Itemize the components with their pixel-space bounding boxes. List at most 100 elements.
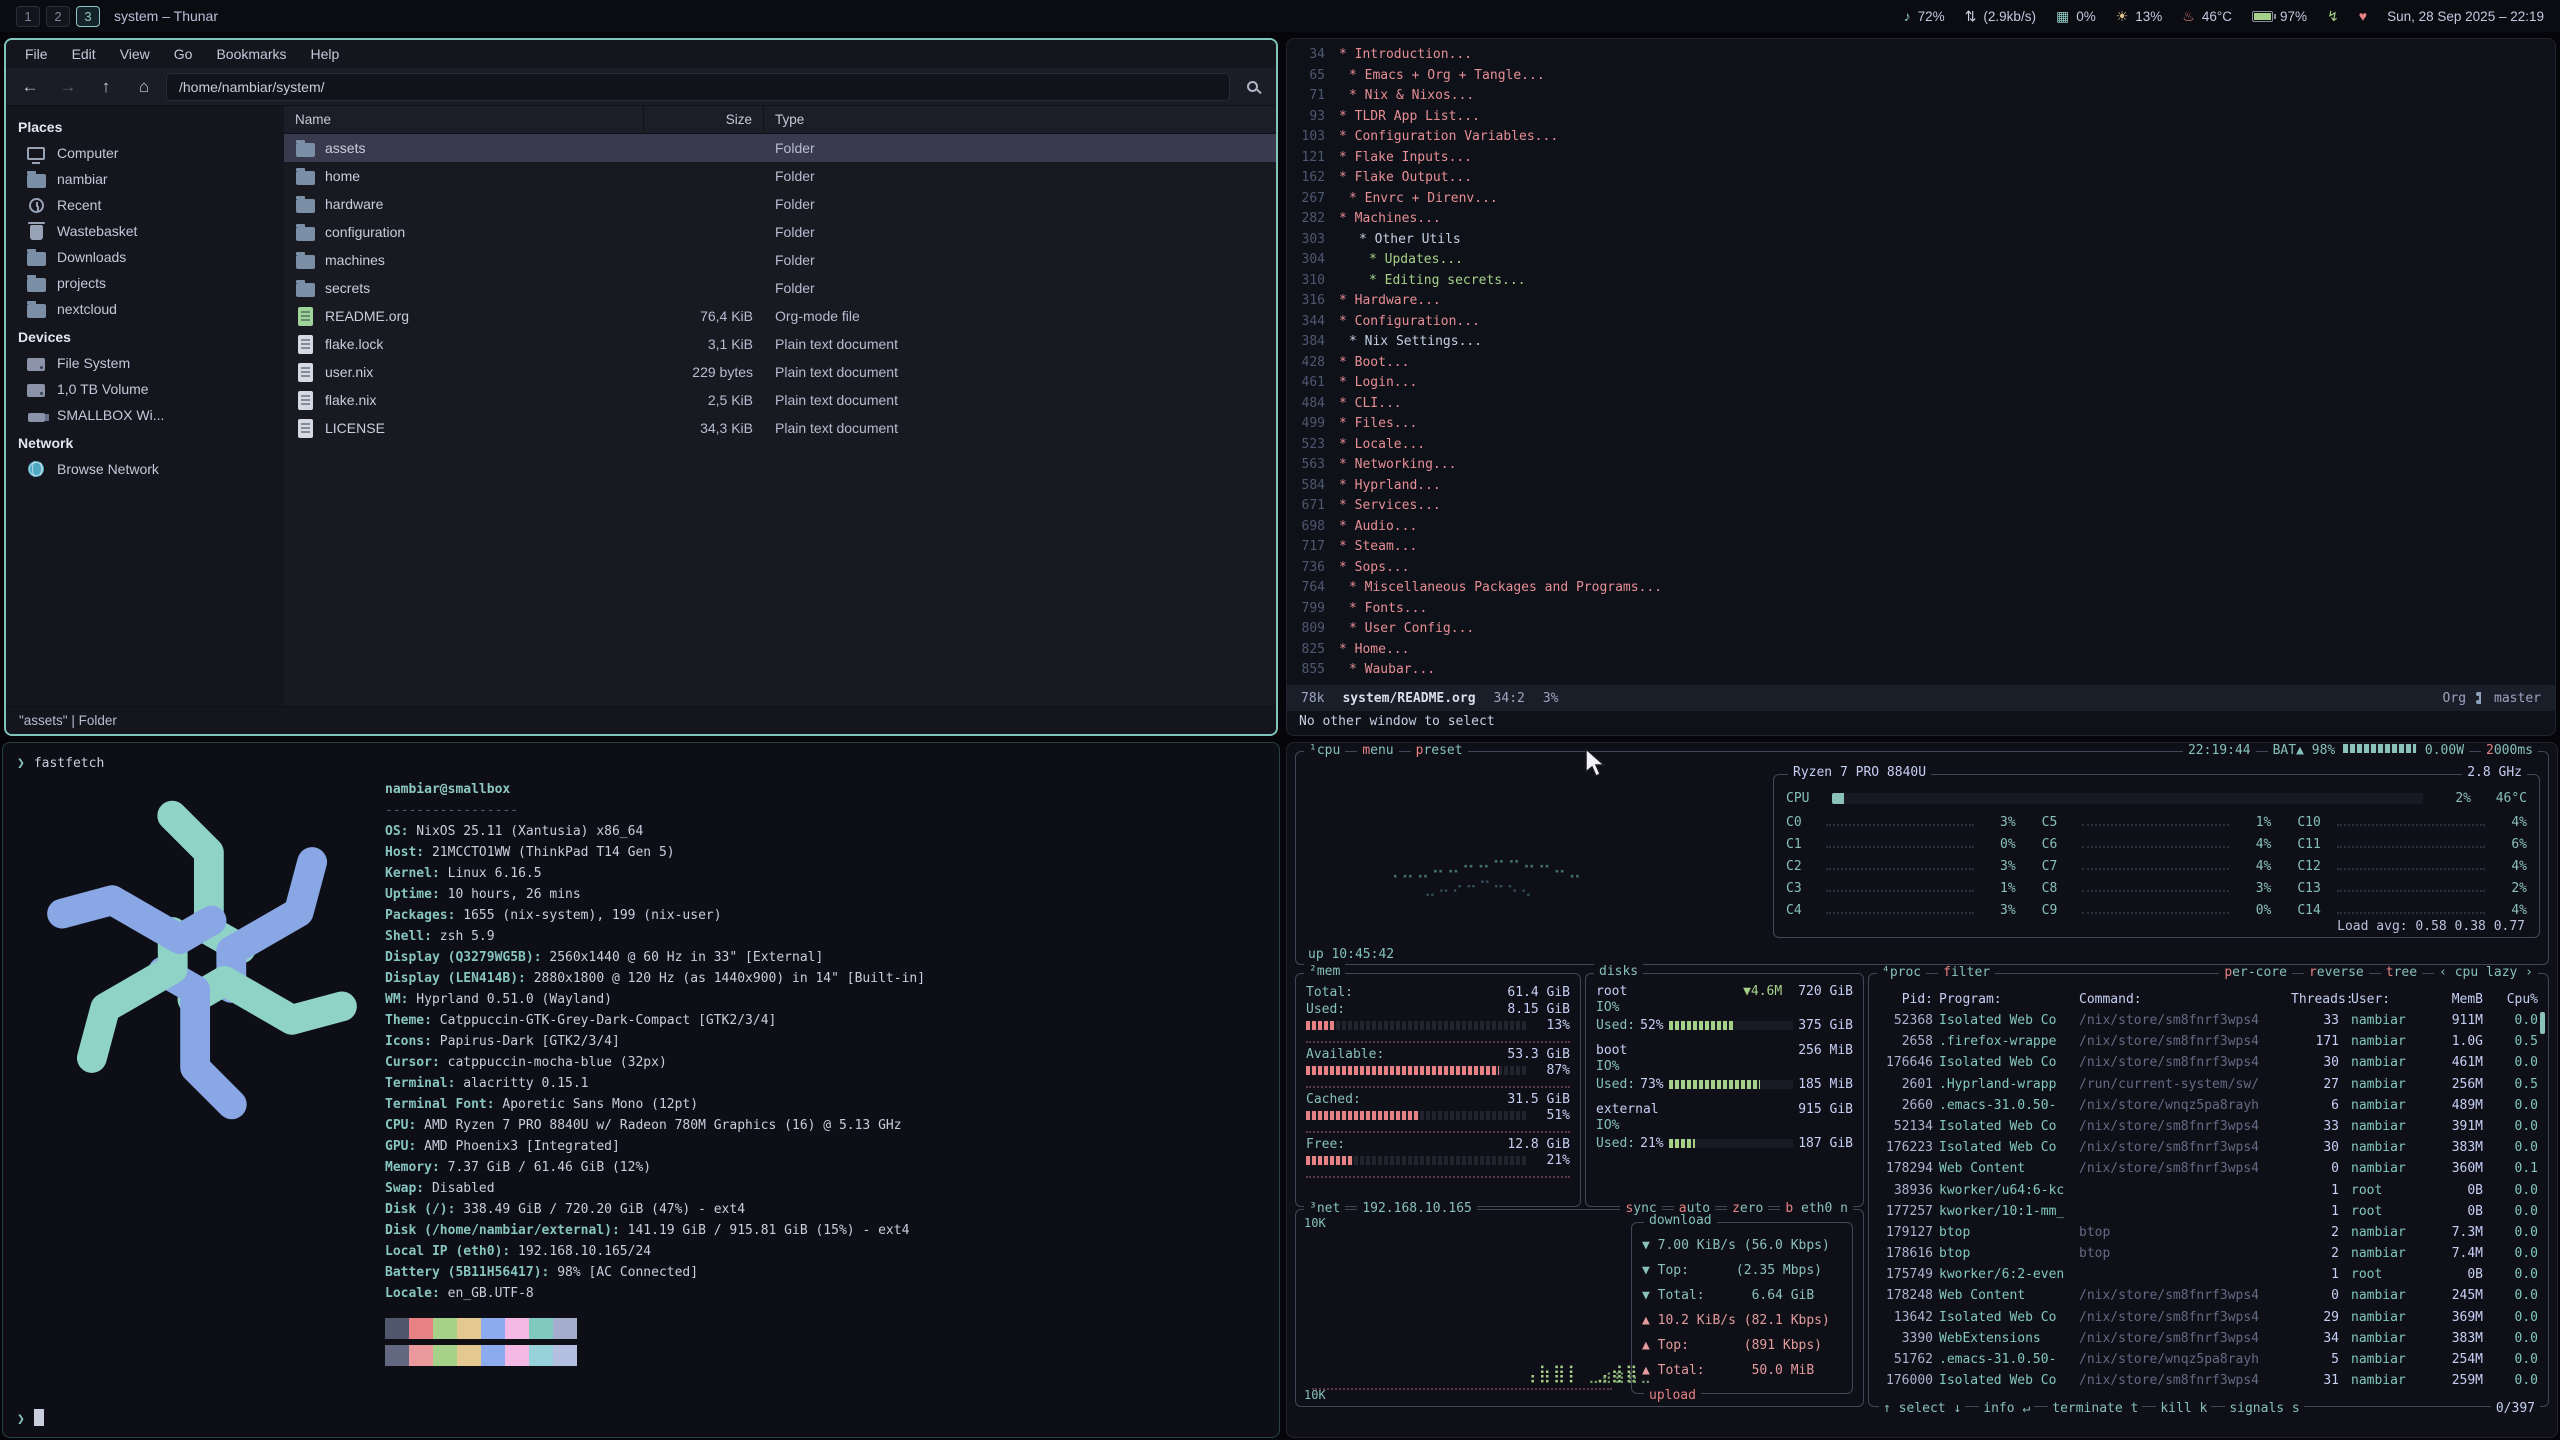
menu-file[interactable]: File [14, 43, 59, 65]
module-charging[interactable]: ↯ [2327, 8, 2339, 25]
proc-col-program[interactable]: Program: [1939, 990, 2079, 1010]
proc-option-per-core[interactable]: per-core [2219, 965, 2292, 980]
column-header-type[interactable]: Type [764, 106, 1276, 133]
file-row-flake-lock[interactable]: flake.lock3,1 KiBPlain text document [284, 330, 1276, 358]
sidebar-item-1-0-tb-volume[interactable]: 1,0 TB Volume [6, 376, 284, 402]
emacs-buffer[interactable]: 34* Introduction...65* Emacs + Org + Tan… [1287, 39, 2555, 685]
workspace-button-3[interactable]: 3 [76, 6, 100, 27]
file-row-home[interactable]: homeFolder [284, 162, 1276, 190]
workspace-button-2[interactable]: 2 [46, 6, 70, 27]
column-header-name[interactable]: Name [284, 106, 644, 133]
file-row-secrets[interactable]: secretsFolder [284, 274, 1276, 302]
shell-prompt[interactable]: ❯ [17, 1409, 44, 1427]
forward-button[interactable]: → [52, 73, 84, 101]
module-heart[interactable]: ♥ [2359, 8, 2367, 24]
menu-edit[interactable]: Edit [61, 43, 107, 65]
color-swatch [409, 1345, 433, 1366]
file-row-hardware[interactable]: hardwareFolder [284, 190, 1276, 218]
menu-button[interactable]: menu [1357, 743, 1398, 758]
update-interval[interactable]: 2000ms [2481, 743, 2538, 758]
process-row-3390[interactable]: 3390WebExtensions/nix/store/sm8fnrf3wps4… [1879, 1328, 2538, 1349]
menu-view[interactable]: View [109, 43, 161, 65]
proc-hint-kill-k[interactable]: kill k [2156, 1401, 2211, 1416]
module-brightness[interactable]: ☀13% [2116, 8, 2163, 25]
module-battery[interactable]: 97% [2252, 9, 2307, 24]
sidebar-item-smallbox-wi[interactable]: SMALLBOX Wi... [6, 402, 284, 428]
sidebar-item-nambiar[interactable]: nambiar [6, 166, 284, 192]
menu-go[interactable]: Go [163, 43, 204, 65]
sidebar-item-browse-network[interactable]: Browse Network [6, 456, 284, 482]
process-row-175749[interactable]: 175749kworker/6:2-even1root0B0.0 [1879, 1264, 2538, 1285]
disk-total: 915 GiB [1798, 1101, 1853, 1118]
process-row-2660[interactable]: 2660.emacs-31.0.50-/nix/store/wnqz5pa8ra… [1879, 1095, 2538, 1116]
clock-module[interactable]: Sun, 28 Sep 2025 – 22:19 [2387, 9, 2544, 24]
menu-bookmarks[interactable]: Bookmarks [205, 43, 297, 65]
path-bar[interactable]: /home/nambiar/system/ [166, 73, 1230, 101]
fastfetch-value: catppuccin-mocha-blue (32px) [440, 1055, 667, 1070]
home-button[interactable]: ⌂ [128, 73, 160, 101]
proc-col-cpu[interactable]: Cpu% [2483, 990, 2538, 1010]
process-row-178616[interactable]: 178616btopbtop2nambiar7.4M0.0 [1879, 1243, 2538, 1264]
process-row-178294[interactable]: 178294Web Content/nix/store/sm8fnrf3wps4… [1879, 1158, 2538, 1179]
emacs-window: 34* Introduction...65* Emacs + Org + Tan… [1286, 38, 2556, 736]
file-row-flake-nix[interactable]: flake.nix2,5 KiBPlain text document [284, 386, 1276, 414]
sidebar-item-downloads[interactable]: Downloads [6, 244, 284, 270]
net-button-b-eth0-n[interactable]: b eth0 n [1780, 1201, 1853, 1216]
org-heading: * Hyprland... [1339, 476, 1441, 497]
proc-option-reverse[interactable]: reverse [2304, 965, 2369, 980]
sidebar-item-file-system[interactable]: File System [6, 350, 284, 376]
proc-scrollbar[interactable] [2540, 1012, 2545, 1034]
net-button-zero[interactable]: zero [1727, 1201, 1768, 1216]
sidebar-item-computer[interactable]: Computer [6, 140, 284, 166]
proc-hint-info[interactable]: info ↵ [1979, 1401, 2034, 1416]
search-button[interactable] [1236, 73, 1268, 101]
proc-col-user[interactable]: User: [2347, 990, 2427, 1010]
process-row-176000[interactable]: 176000Isolated Web Co/nix/store/sm8fnrf3… [1879, 1370, 2538, 1391]
module-cpu[interactable]: ▦0% [2056, 8, 2096, 25]
module-temperature[interactable]: ♨46°C [2182, 8, 2232, 25]
workspace-button-1[interactable]: 1 [16, 6, 40, 27]
sidebar-item-projects[interactable]: projects [6, 270, 284, 296]
process-row-176646[interactable]: 176646Isolated Web Co/nix/store/sm8fnrf3… [1879, 1052, 2538, 1073]
preset-button[interactable]: preset [1411, 743, 1468, 758]
process-row-2658[interactable]: 2658.firefox-wrappe/nix/store/sm8fnrf3wp… [1879, 1031, 2538, 1052]
process-row-52134[interactable]: 52134Isolated Web Co/nix/store/sm8fnrf3w… [1879, 1116, 2538, 1137]
process-row-52368[interactable]: 52368Isolated Web Co/nix/store/sm8fnrf3w… [1879, 1010, 2538, 1031]
process-row-179127[interactable]: 179127btopbtop2nambiar7.3M0.0 [1879, 1222, 2538, 1243]
org-heading-line: 523* Locale... [1287, 435, 2555, 456]
process-row-38936[interactable]: 38936kworker/u64:6-kc1root0B0.0 [1879, 1180, 2538, 1201]
back-button[interactable]: ← [14, 73, 46, 101]
process-row-51762[interactable]: 51762.emacs-31.0.50-/nix/store/wnqz5pa8r… [1879, 1349, 2538, 1370]
module-network[interactable]: ⇅(2.9kb/s) [1965, 8, 2036, 25]
process-row-2601[interactable]: 2601.Hyprland-wrapp/run/current-system/s… [1879, 1074, 2538, 1095]
sidebar-item-recent[interactable]: Recent [6, 192, 284, 218]
process-row-178248[interactable]: 178248Web Content/nix/store/sm8fnrf3wps4… [1879, 1285, 2538, 1306]
module-volume[interactable]: ♪72% [1904, 8, 1945, 24]
proc-option-tree[interactable]: tree [2381, 965, 2422, 980]
sidebar-item-wastebasket[interactable]: Wastebasket [6, 218, 284, 244]
terminal-window[interactable]: ❯fastfetch nambiar@smallbox-------------… [2, 742, 1280, 1438]
proc-sort[interactable]: ‹ cpu lazy › [2434, 965, 2538, 980]
process-row-13642[interactable]: 13642Isolated Web Co/nix/store/sm8fnrf3w… [1879, 1307, 2538, 1328]
proc-hint-signals-s[interactable]: signals s [2225, 1401, 2303, 1416]
process-row-177257[interactable]: 177257kworker/10:1-mm_1root0B0.0 [1879, 1201, 2538, 1222]
file-row-assets[interactable]: assetsFolder [284, 134, 1276, 162]
menu-help[interactable]: Help [300, 43, 351, 65]
sidebar-item-nextcloud[interactable]: nextcloud [6, 296, 284, 322]
file-row-readme-org[interactable]: README.org76,4 KiBOrg-mode file [284, 302, 1276, 330]
up-button[interactable]: ↑ [90, 73, 122, 101]
file-row-license[interactable]: LICENSE34,3 KiBPlain text document [284, 414, 1276, 442]
proc-col-threads[interactable]: Threads: [2291, 990, 2347, 1010]
disk-external: external915 GiBIO%Used:21%187 GiB [1596, 1101, 1853, 1153]
proc-col-command[interactable]: Command: [2079, 990, 2291, 1010]
file-row-machines[interactable]: machinesFolder [284, 246, 1276, 274]
proc-hint-terminate-t[interactable]: terminate t [2048, 1401, 2142, 1416]
file-row-configuration[interactable]: configurationFolder [284, 218, 1276, 246]
column-header-size[interactable]: Size [644, 106, 764, 133]
file-row-user-nix[interactable]: user.nix229 bytesPlain text document [284, 358, 1276, 386]
proc-col-pid[interactable]: Pid: [1879, 990, 1939, 1010]
process-row-176223[interactable]: 176223Isolated Web Co/nix/store/sm8fnrf3… [1879, 1137, 2538, 1158]
proc-hint-select[interactable]: ↑ select ↓ [1879, 1401, 1965, 1416]
proc-col-memb[interactable]: MemB [2427, 990, 2483, 1010]
filter-button[interactable]: filter [1938, 965, 1995, 980]
